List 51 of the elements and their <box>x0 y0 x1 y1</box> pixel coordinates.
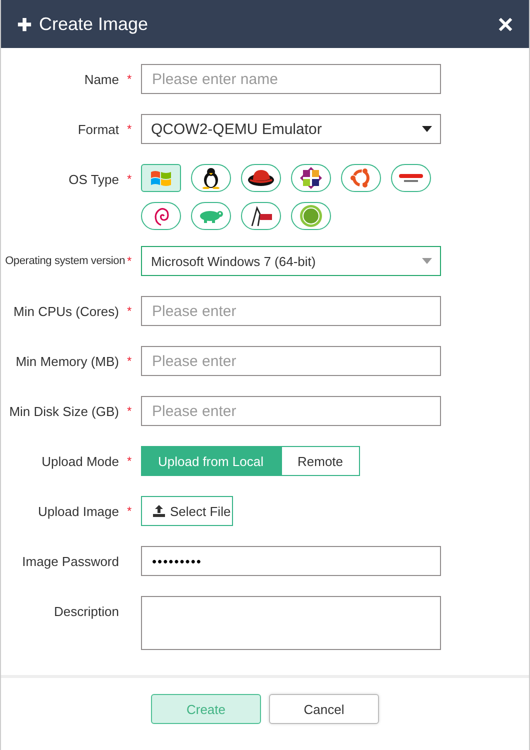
dialog-title: Create Image <box>39 14 150 34</box>
field-label: Name <box>84 72 119 86</box>
input-field[interactable]: Please enter <box>141 396 441 426</box>
field-label: Format <box>78 122 119 136</box>
field-label: OS Type <box>68 172 119 186</box>
field-label: Operating system version <box>5 255 125 267</box>
cancel-button[interactable]: Cancel <box>269 694 379 724</box>
select-value: Microsoft Windows 7 (64-bit) <box>151 254 316 268</box>
oracle-logo-icon <box>397 172 425 184</box>
required-mark: * <box>127 254 133 268</box>
caret-icon <box>422 126 432 132</box>
caret-icon <box>422 258 432 264</box>
select-value: QCOW2-QEMU Emulator <box>151 120 322 138</box>
os-option[interactable] <box>241 164 281 192</box>
field-label: Description <box>54 604 119 618</box>
required-mark: * <box>127 304 133 318</box>
select-file-button[interactable]: Select File <box>141 496 233 526</box>
description-field[interactable] <box>141 596 441 650</box>
swirl-icon <box>152 205 170 227</box>
select-field[interactable]: Microsoft Windows 7 (64-bit) <box>141 246 441 276</box>
disc-icon <box>299 204 323 228</box>
required-mark: * <box>127 172 133 186</box>
plus-icon <box>17 16 32 32</box>
os-option[interactable] <box>241 202 281 230</box>
mode-tab[interactable]: Remote <box>280 446 360 476</box>
field-label: Min Disk Size (GB) <box>9 404 119 418</box>
required-mark: * <box>127 354 133 368</box>
field-label: Upload Mode <box>42 454 119 468</box>
windows-flag-icon <box>150 168 172 188</box>
password-field[interactable]: ••••••••• <box>141 546 441 576</box>
required-mark: * <box>127 72 133 86</box>
field-label: Min Memory (MB) <box>16 354 119 368</box>
required-mark: * <box>127 504 133 518</box>
field-label: Image Password <box>22 554 119 568</box>
field-label: Upload Image <box>38 504 119 518</box>
penguin-icon <box>201 167 221 189</box>
input-field[interactable]: Please enter <box>141 296 441 326</box>
centos-icon <box>300 167 322 189</box>
input-field[interactable]: Please enter <box>141 346 441 376</box>
field-label: Min CPUs (Cores) <box>14 304 119 318</box>
input-field[interactable]: Please enter name <box>141 64 441 94</box>
os-option[interactable] <box>191 164 231 192</box>
required-mark: * <box>127 122 133 136</box>
close-button[interactable] <box>498 16 513 32</box>
required-mark: * <box>127 454 133 468</box>
upload-icon <box>153 505 165 517</box>
required-mark: * <box>127 404 133 418</box>
chameleon-icon <box>197 208 225 224</box>
select-field[interactable]: QCOW2-QEMU Emulator <box>141 114 441 144</box>
hat-icon <box>247 168 275 188</box>
os-option[interactable] <box>291 164 331 192</box>
